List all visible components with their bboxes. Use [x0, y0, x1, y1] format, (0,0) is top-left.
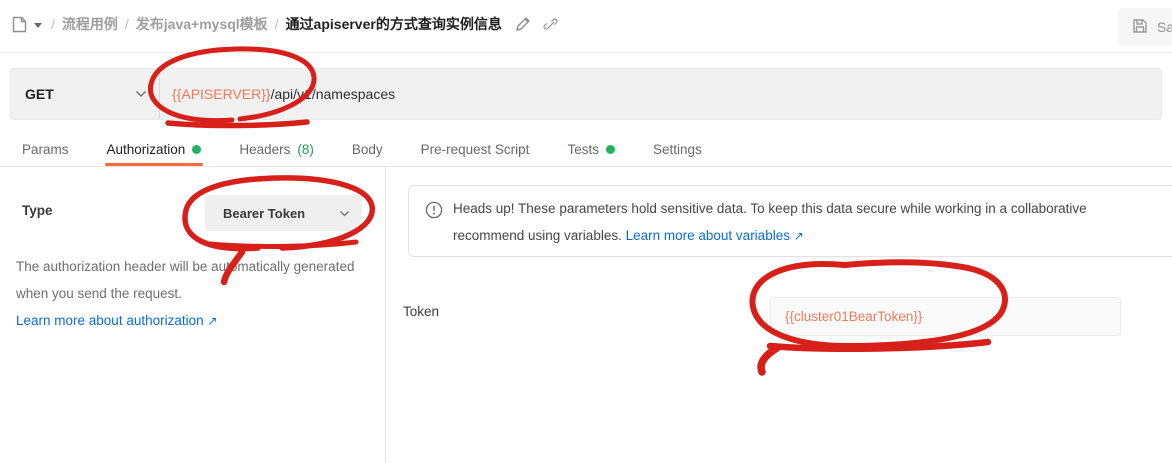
link-label: Learn more about variables — [626, 228, 790, 243]
chevron-down-icon — [339, 204, 350, 222]
auth-description-text: The authorization header will be automat… — [16, 259, 354, 301]
token-value: {{cluster01BearToken}} — [785, 309, 922, 324]
header: / 流程用例 / 发布java+mysql模板 / 通过apiserver的方式… — [0, 0, 1172, 53]
tab-body[interactable]: Body — [352, 133, 383, 166]
tab-tests[interactable]: Tests — [567, 133, 615, 166]
breadcrumb-item-request: 通过apiserver的方式查询实例信息 — [286, 14, 502, 34]
tab-settings[interactable]: Settings — [653, 133, 702, 166]
tab-label: Tests — [567, 142, 599, 157]
token-input[interactable]: {{cluster01BearToken}} — [770, 297, 1121, 336]
warning-text-line2: recommend using variables. Learn more ab… — [453, 223, 1087, 250]
info-icon — [425, 201, 443, 256]
link-label: Learn more about authorization — [16, 313, 204, 328]
auth-type-value: Bearer Token — [223, 206, 305, 221]
auth-type-panel: Type Bearer Token The authorization head… — [0, 167, 386, 463]
warning-text: Heads up! These parameters hold sensitiv… — [453, 196, 1087, 256]
tab-pre-request-script[interactable]: Pre-request Script — [421, 133, 530, 166]
external-link-icon: ↗ — [207, 314, 217, 328]
token-field-label: Token — [403, 304, 439, 319]
breadcrumb-separator: / — [51, 16, 55, 32]
breadcrumb-item-collection[interactable]: 流程用例 — [62, 14, 118, 34]
request-url-bar: GET {{APISERVER}}/api/v1/namespaces — [10, 68, 1162, 120]
method-selector[interactable]: GET — [11, 69, 160, 119]
edit-name-icon[interactable] — [515, 17, 530, 32]
url-path: /api/v1/namespaces — [271, 86, 396, 102]
breadcrumb: / 流程用例 / 发布java+mysql模板 / 通过apiserver的方式… — [12, 14, 558, 34]
url-input[interactable]: {{APISERVER}}/api/v1/namespaces — [160, 69, 1161, 119]
learn-more-authorization-link[interactable]: Learn more about authorization ↗ — [16, 313, 217, 328]
tab-authorization[interactable]: Authorization — [107, 133, 202, 166]
headers-count-badge: (8) — [297, 142, 314, 157]
breadcrumb-separator: / — [125, 16, 129, 32]
breadcrumb-separator: / — [275, 16, 279, 32]
auth-type-dropdown[interactable]: Bearer Token — [205, 195, 362, 231]
method-label: GET — [25, 86, 54, 102]
chevron-down-icon[interactable] — [34, 23, 42, 28]
chevron-down-icon — [135, 85, 147, 103]
tab-label: Authorization — [107, 142, 186, 157]
warning-text-line2-prefix: recommend using variables. — [453, 228, 622, 243]
auth-description: The authorization header will be automat… — [16, 253, 368, 335]
tab-label: Pre-request Script — [421, 142, 530, 157]
breadcrumb-item-folder[interactable]: 发布java+mysql模板 — [136, 14, 268, 34]
warning-text-line1: Heads up! These parameters hold sensitiv… — [453, 196, 1087, 223]
url-variable: {{APISERVER}} — [172, 86, 271, 102]
learn-more-variables-link[interactable]: Learn more about variables ↗ — [626, 228, 804, 243]
tab-label: Body — [352, 142, 383, 157]
status-dot — [606, 145, 615, 154]
save-label: Save — [1157, 19, 1172, 35]
status-dot — [192, 145, 201, 154]
tab-label: Settings — [653, 142, 702, 157]
sensitive-data-warning: Heads up! These parameters hold sensitiv… — [408, 185, 1172, 257]
request-tabs: Params Authorization Headers (8) Body Pr… — [0, 133, 1172, 167]
tab-label: Params — [22, 142, 69, 157]
copy-link-icon[interactable] — [543, 17, 558, 32]
save-icon — [1132, 18, 1148, 37]
tab-label: Headers — [239, 142, 290, 157]
save-button[interactable]: Save — [1118, 8, 1172, 46]
type-label: Type — [22, 203, 53, 218]
request-file-icon[interactable] — [12, 16, 27, 33]
tab-headers[interactable]: Headers (8) — [239, 133, 314, 166]
tab-params[interactable]: Params — [22, 133, 69, 166]
external-link-icon: ↗ — [794, 229, 804, 243]
